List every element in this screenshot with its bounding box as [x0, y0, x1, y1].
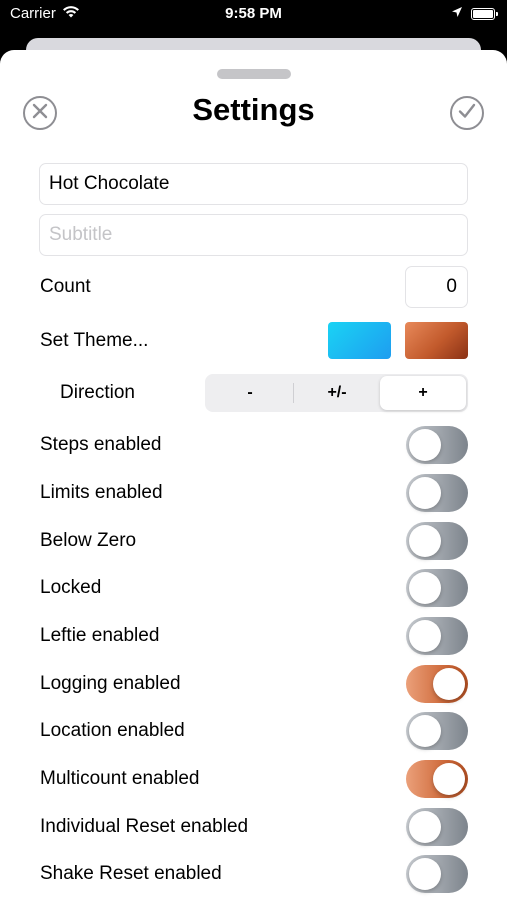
direction-label: Direction: [60, 382, 135, 403]
sheet-grabber[interactable]: [217, 69, 291, 79]
limits-enabled-toggle[interactable]: [406, 474, 468, 512]
checkmark-icon: [458, 103, 476, 124]
below-zero-toggle[interactable]: [406, 522, 468, 560]
below-zero-label: Below Zero: [40, 530, 137, 551]
location-enabled-toggle[interactable]: [406, 712, 468, 750]
locked-label: Locked: [40, 577, 102, 598]
direction-option-minus[interactable]: -: [207, 376, 293, 410]
title-field[interactable]: [39, 163, 468, 205]
steps-enabled-toggle[interactable]: [406, 426, 468, 464]
count-label: Count: [40, 276, 91, 297]
multicount-enabled-toggle[interactable]: [406, 760, 468, 798]
done-button[interactable]: [450, 96, 484, 130]
location-arrow-icon: [451, 5, 463, 22]
set-theme-label[interactable]: Set Theme...: [40, 329, 148, 353]
individual-reset-enabled-label: Individual Reset enabled: [40, 816, 249, 837]
theme-swatch-blue[interactable]: [328, 322, 391, 359]
leftie-enabled-label: Leftie enabled: [40, 625, 160, 646]
leftie-enabled-toggle[interactable]: [406, 617, 468, 655]
locked-toggle[interactable]: [406, 569, 468, 607]
multicount-enabled-label: Multicount enabled: [40, 768, 200, 789]
shake-reset-enabled-toggle[interactable]: [406, 855, 468, 893]
direction-option-plus[interactable]: +: [380, 376, 466, 410]
page-title: Settings: [192, 92, 315, 127]
settings-sheet: Settings Count 0 Set Theme... Direction …: [0, 50, 507, 900]
logging-enabled-toggle[interactable]: [406, 665, 468, 703]
logging-enabled-label: Logging enabled: [40, 673, 181, 694]
steps-enabled-label: Steps enabled: [40, 434, 162, 455]
theme-swatch-orange[interactable]: [405, 322, 468, 359]
shake-reset-enabled-label: Shake Reset enabled: [40, 863, 222, 884]
direction-option-both[interactable]: +/-: [294, 376, 380, 410]
location-enabled-label: Location enabled: [40, 720, 185, 741]
status-bar: Carrier 9:58 PM: [0, 0, 507, 30]
limits-enabled-label: Limits enabled: [40, 482, 163, 503]
count-field[interactable]: 0: [405, 266, 468, 308]
battery-icon: [471, 7, 498, 20]
subtitle-field[interactable]: [39, 214, 468, 256]
individual-reset-enabled-toggle[interactable]: [406, 808, 468, 846]
status-time: 9:58 PM: [225, 5, 282, 22]
direction-segmented-control[interactable]: - +/- +: [205, 374, 468, 412]
